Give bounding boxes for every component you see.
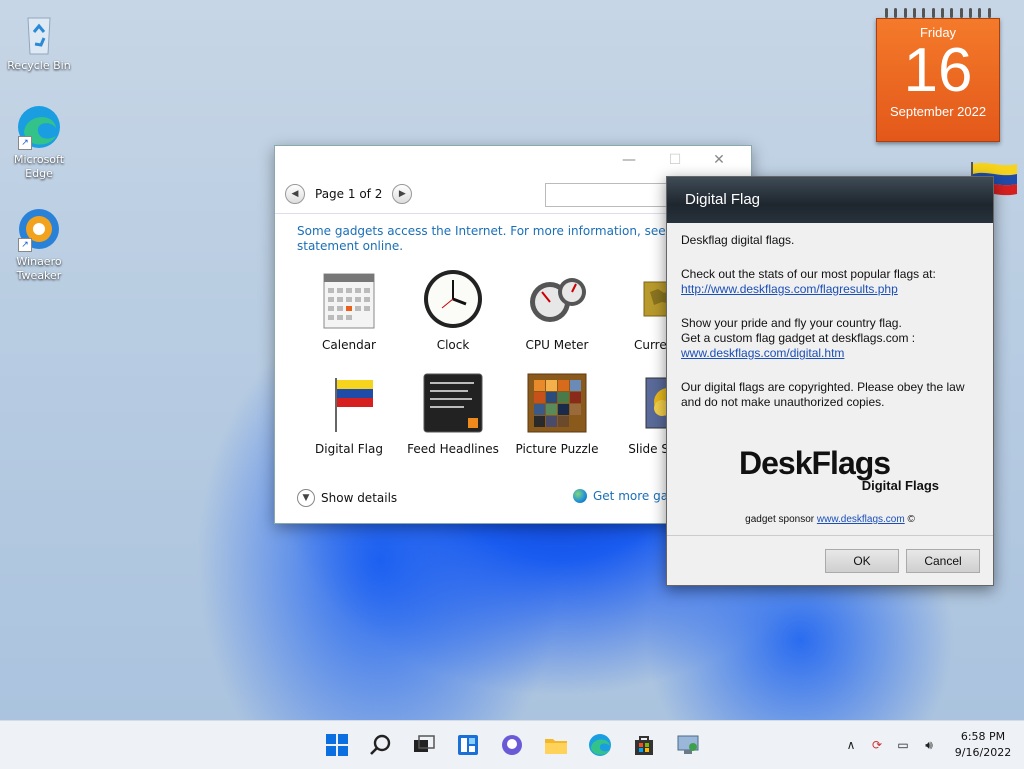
gallery-titlebar[interactable]: — ☐ ✕ [275,146,751,174]
close-button[interactable]: ✕ [709,152,729,168]
digital-flag-dialog: Digital Flag Deskflag digital flags. Che… [666,176,994,586]
desktop-icon-label: Microsoft Edge [13,153,65,180]
desktop-icon-label: Winaero Tweaker [16,255,62,282]
gadget-digital-flag[interactable]: Digital Flag [301,372,397,456]
store-icon[interactable] [632,733,656,757]
show-details-toggle[interactable]: ▼ Show details [297,489,397,507]
desktop-icon-edge[interactable]: ↗ Microsoft Edge [6,104,72,181]
shortcut-arrow-icon: ↗ [18,238,32,252]
digital-flags-link[interactable]: www.deskflags.com/digital.htm [681,346,844,360]
clock-icon [422,268,484,330]
sponsor-link[interactable]: www.deskflags.com [817,514,905,525]
network-icon[interactable]: ▭ [894,736,912,754]
chevron-down-icon: ▼ [297,489,315,507]
gadget-label: CPU Meter [525,338,589,352]
taskbar-clock[interactable]: 6:58 PM 9/16/2022 [942,729,1024,761]
flag-results-link[interactable]: http://www.deskflags.com/flagresults.php [681,282,898,296]
taskbar: ∧ ⟳ ▭ 🔊︎ 6:58 PM 9/16/2022 [0,720,1024,769]
copyright-text: Our digital flags are copyrighted. Pleas… [681,380,965,409]
gadget-picture-puzzle[interactable]: Picture Puzzle [509,372,605,456]
gadget-calendar[interactable]: Calendar [301,268,397,352]
gadget-label: Clock [436,338,470,352]
deskflags-logo: DeskFlags Digital Flags [739,445,939,493]
previous-page-button[interactable]: ◀ [285,184,305,204]
desktop-icon-label: Recycle Bin [7,59,71,72]
calendar-page: Friday 16 September 2022 [876,18,1000,142]
divider [667,535,993,536]
feed-icon [422,372,484,434]
volume-icon[interactable]: 🔊︎ [920,736,938,754]
calendar-icon [318,268,380,330]
gadget-cpu-meter[interactable]: CPU Meter [509,268,605,352]
calendar-day-number: 16 [903,36,973,105]
gadget-label: Feed Headlines [407,442,499,456]
calendar-month-year: September 2022 [889,104,987,119]
cancel-button[interactable]: Cancel [906,549,980,573]
widgets-icon[interactable] [456,733,480,757]
page-indicator: Page 1 of 2 [315,187,383,201]
intro-text: Deskflag digital flags. [681,233,795,247]
gadget-label: Calendar [322,338,376,352]
system-tray: ∧ ⟳ ▭ 🔊︎ 6:58 PM 9/16/2022 [838,721,1024,769]
logo-wordmark: DeskFlags [739,445,891,481]
dialog-content: Deskflag digital flags. Check out the st… [681,233,977,429]
edge-icon[interactable] [588,733,612,757]
search-icon[interactable] [369,733,393,757]
show-details-label: Show details [321,491,398,505]
gallery-pager: ◀ Page 1 of 2 ▶ [285,184,413,204]
chat-icon[interactable] [500,733,524,757]
pride-text-line2: Get a custom flag gadget at deskflags.co… [681,331,916,345]
gadget-clock[interactable]: Clock [405,268,501,352]
globe-icon [573,489,587,503]
pride-text-line1: Show your pride and fly your country fla… [681,316,902,330]
dialog-title: Digital Flag [667,177,993,223]
sponsor-suffix: © [907,514,915,525]
chevron-up-icon[interactable]: ∧ [842,736,860,754]
gadget-label: Picture Puzzle [515,442,599,456]
ok-button[interactable]: OK [825,549,899,573]
maximize-button[interactable]: ☐ [665,152,685,168]
edge-icon: ↗ [16,104,62,150]
calendar-gadget[interactable]: Friday 16 September 2022 [876,8,1000,142]
stats-text: Check out the stats of our most popular … [681,267,936,281]
task-view-icon[interactable] [412,733,436,757]
clock-date: 9/16/2022 [954,746,1012,759]
next-page-button[interactable]: ▶ [392,184,413,204]
desktop-icon-recycle-bin[interactable]: Recycle Bin [6,10,72,73]
shortcut-arrow-icon: ↗ [18,136,32,150]
sponsor-line: gadget sponsor www.deskflags.com © [667,514,993,525]
winaero-tweaker-icon: ↗ [16,206,62,252]
puzzle-icon [526,372,588,434]
sync-icon[interactable]: ⟳ [868,736,886,754]
control-panel-icon[interactable] [676,733,700,757]
calendar-rings [876,8,1000,18]
minimize-button[interactable]: — [619,152,639,168]
sponsor-prefix: gadget sponsor [745,514,815,525]
start-icon[interactable] [325,733,349,757]
recycle-bin-icon [16,10,62,56]
gadget-label: Digital Flag [315,442,383,456]
flag-icon [318,372,380,434]
gadget-feed-headlines[interactable]: Feed Headlines [405,372,501,456]
file-explorer-icon[interactable] [544,733,568,757]
desktop-icon-winaero[interactable]: ↗ Winaero Tweaker [6,206,72,283]
cpu-meter-icon [526,268,588,330]
clock-time: 6:58 PM [960,730,1006,743]
